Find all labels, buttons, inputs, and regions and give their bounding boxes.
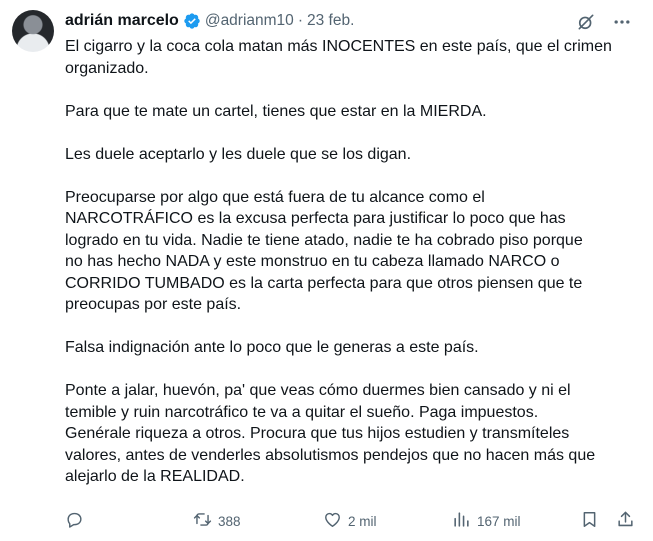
- tweet-paragraph: Ponte a jalar, huevón, pa' que veas cómo…: [65, 382, 596, 485]
- separator-dot: ·: [297, 12, 303, 29]
- views-icon: [452, 510, 471, 532]
- retweet-icon: [193, 510, 212, 532]
- share-button[interactable]: [616, 510, 635, 532]
- reply-button[interactable]: [65, 510, 84, 532]
- tweet-header: adrián marcelo @adrianm10 · 23 feb.: [65, 10, 354, 32]
- author-handle[interactable]: @adrianm10: [205, 12, 294, 30]
- author-name[interactable]: adrián marcelo: [65, 12, 179, 30]
- retweet-count: 388: [218, 513, 241, 529]
- tweet-paragraph: Les duele aceptarlo y les duele que se l…: [65, 145, 412, 163]
- like-count: 2 mil: [348, 513, 377, 529]
- tweet-paragraph: Falsa indignación ante lo poco que le ge…: [65, 339, 479, 356]
- verified-badge-icon[interactable]: [183, 12, 201, 30]
- retweet-button[interactable]: 388: [193, 510, 241, 532]
- share-icon: [616, 510, 635, 532]
- bookmark-button[interactable]: [580, 510, 599, 532]
- tweet-paragraph: Para que te mate un cartel, tienes que e…: [65, 102, 487, 120]
- reply-icon: [65, 510, 84, 532]
- tweet-date[interactable]: 23 feb.: [307, 12, 354, 30]
- avatar[interactable]: [12, 10, 54, 52]
- like-icon: [323, 510, 342, 532]
- top-actions: [575, 11, 633, 33]
- tweet-paragraph: El cigarro y la coca cola matan más INOC…: [65, 38, 612, 77]
- grok-icon[interactable]: [575, 11, 597, 33]
- tweet-actions: 388 2 mil 167 mil: [60, 510, 645, 534]
- more-icon[interactable]: [611, 11, 633, 33]
- views-button[interactable]: 167 mil: [452, 510, 521, 532]
- bookmark-icon: [580, 510, 599, 532]
- tweet-paragraph: Preocuparse por algo que está fuera de t…: [65, 188, 583, 314]
- like-button[interactable]: 2 mil: [323, 510, 377, 532]
- views-count: 167 mil: [477, 513, 521, 529]
- tweet[interactable]: adrián marcelo @adrianm10 · 23 feb. El c…: [0, 0, 653, 541]
- tweet-text: El cigarro y la coca cola matan más INOC…: [65, 36, 625, 509]
